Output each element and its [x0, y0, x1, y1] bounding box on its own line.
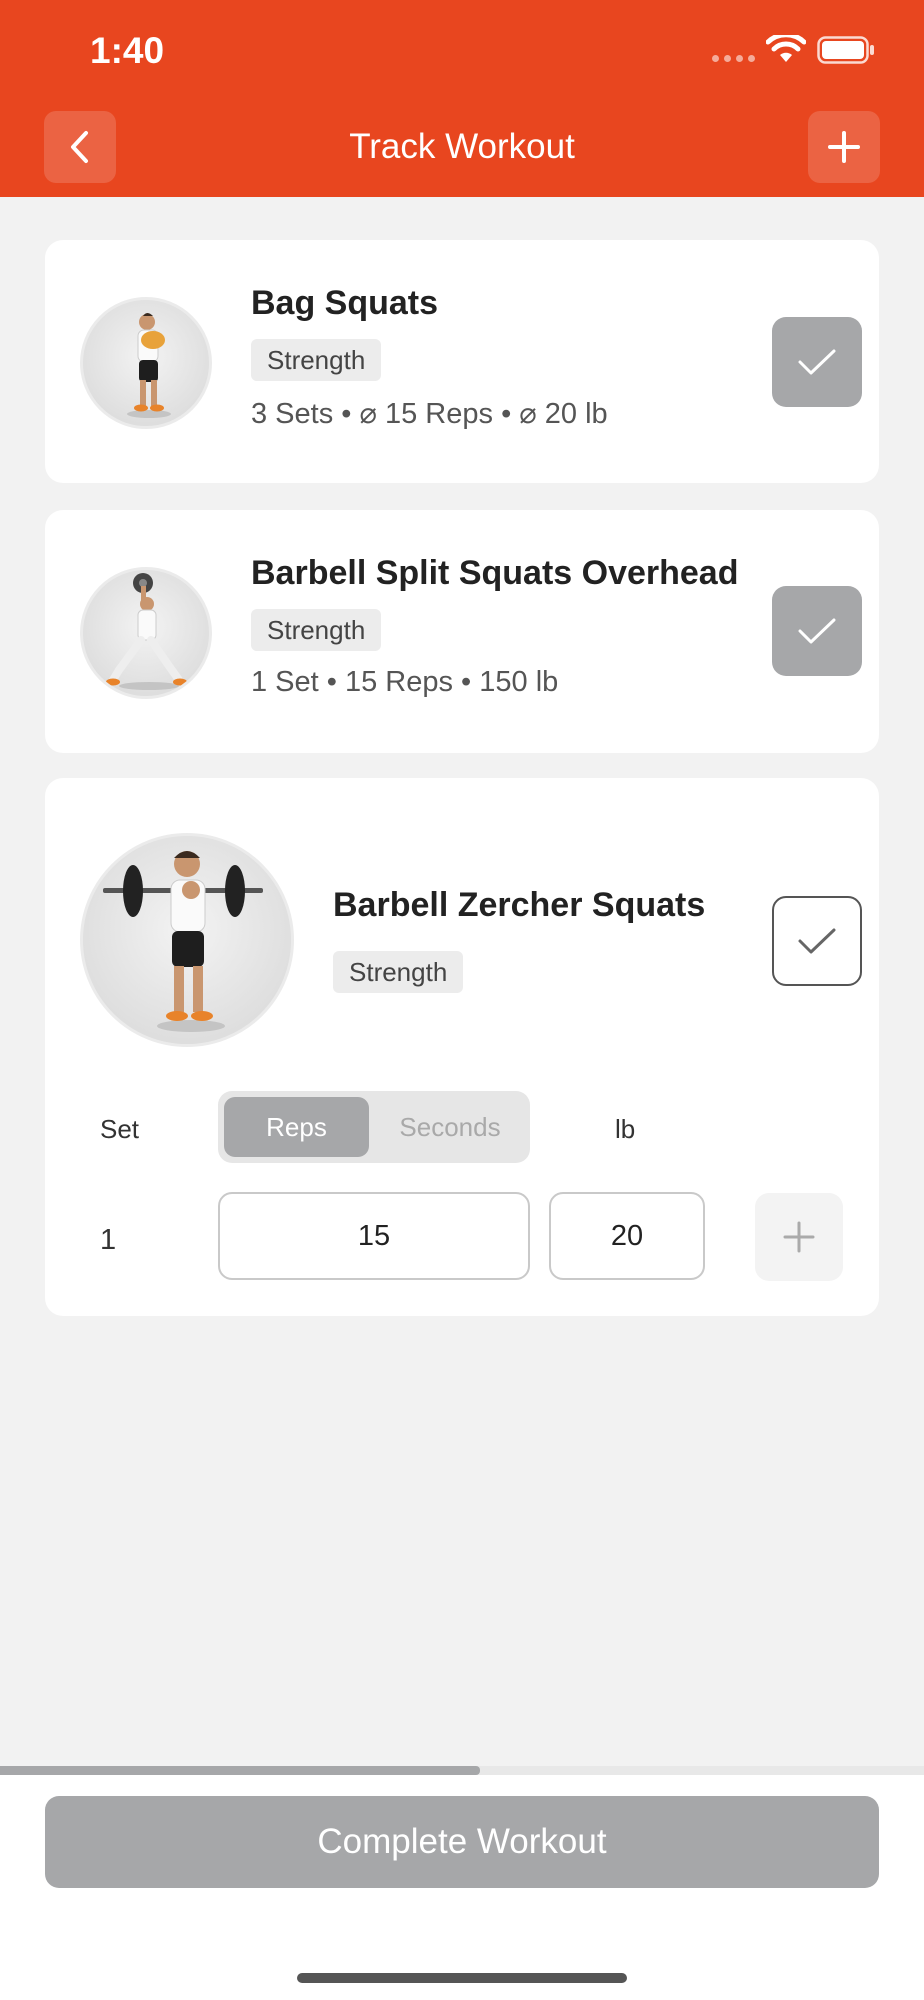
exercise-card[interactable]: Bag Squats Strength 3 Sets • ⌀ 15 Reps •…	[45, 240, 879, 483]
home-indicator	[297, 1973, 627, 1983]
complete-exercise-checkbox[interactable]	[772, 586, 862, 676]
weight-input[interactable]: 20	[549, 1192, 705, 1280]
exercise-card[interactable]: Barbell Split Squats Overhead Strength 1…	[45, 510, 879, 753]
exercise-card-expanded[interactable]: Barbell Zercher Squats Strength Set Reps…	[45, 778, 879, 1316]
app-header: 1:40 Track Workout	[0, 0, 924, 197]
exercise-thumbnail	[80, 567, 212, 699]
segment-seconds[interactable]: Seconds	[376, 1097, 524, 1157]
category-tag: Strength	[251, 609, 382, 651]
set-number: 1	[100, 1224, 117, 1256]
reps-input[interactable]: 15	[218, 1192, 530, 1280]
workout-progress-fill	[0, 1766, 481, 1775]
exercise-summary: 1 Set • 15 Reps • 150 lb	[251, 666, 559, 698]
exercise-name: Barbell Zercher Squats	[333, 886, 706, 924]
plus-icon	[828, 131, 860, 163]
category-tag: Strength	[333, 951, 464, 993]
exercise-name: Barbell Split Squats Overhead	[251, 554, 739, 592]
page-title: Track Workout	[349, 127, 575, 166]
cellular-signal-icon	[712, 55, 755, 62]
battery-icon	[817, 36, 874, 64]
reps-seconds-toggle: Reps Seconds	[218, 1091, 530, 1163]
add-exercise-button[interactable]	[808, 111, 880, 183]
segment-reps[interactable]: Reps	[224, 1097, 369, 1157]
wifi-icon	[766, 35, 806, 62]
exercise-thumbnail	[80, 833, 294, 1047]
weight-unit-header: lb	[615, 1114, 636, 1144]
checkmark-icon	[798, 349, 836, 375]
workout-progress-bar	[0, 1766, 924, 1775]
category-tag: Strength	[251, 339, 382, 381]
add-set-button[interactable]	[755, 1193, 843, 1281]
plus-icon	[783, 1221, 815, 1253]
complete-exercise-checkbox[interactable]	[772, 317, 862, 407]
exercise-name: Bag Squats	[251, 284, 439, 322]
set-column-header: Set	[100, 1114, 140, 1144]
complete-exercise-checkbox[interactable]	[772, 896, 862, 986]
complete-workout-button[interactable]: Complete Workout	[45, 1796, 879, 1888]
exercise-thumbnail	[80, 297, 212, 429]
exercise-summary: 3 Sets • ⌀ 15 Reps • ⌀ 20 lb	[251, 398, 608, 430]
status-time: 1:40	[90, 30, 165, 71]
checkmark-icon	[798, 618, 836, 644]
checkmark-icon	[798, 928, 836, 954]
